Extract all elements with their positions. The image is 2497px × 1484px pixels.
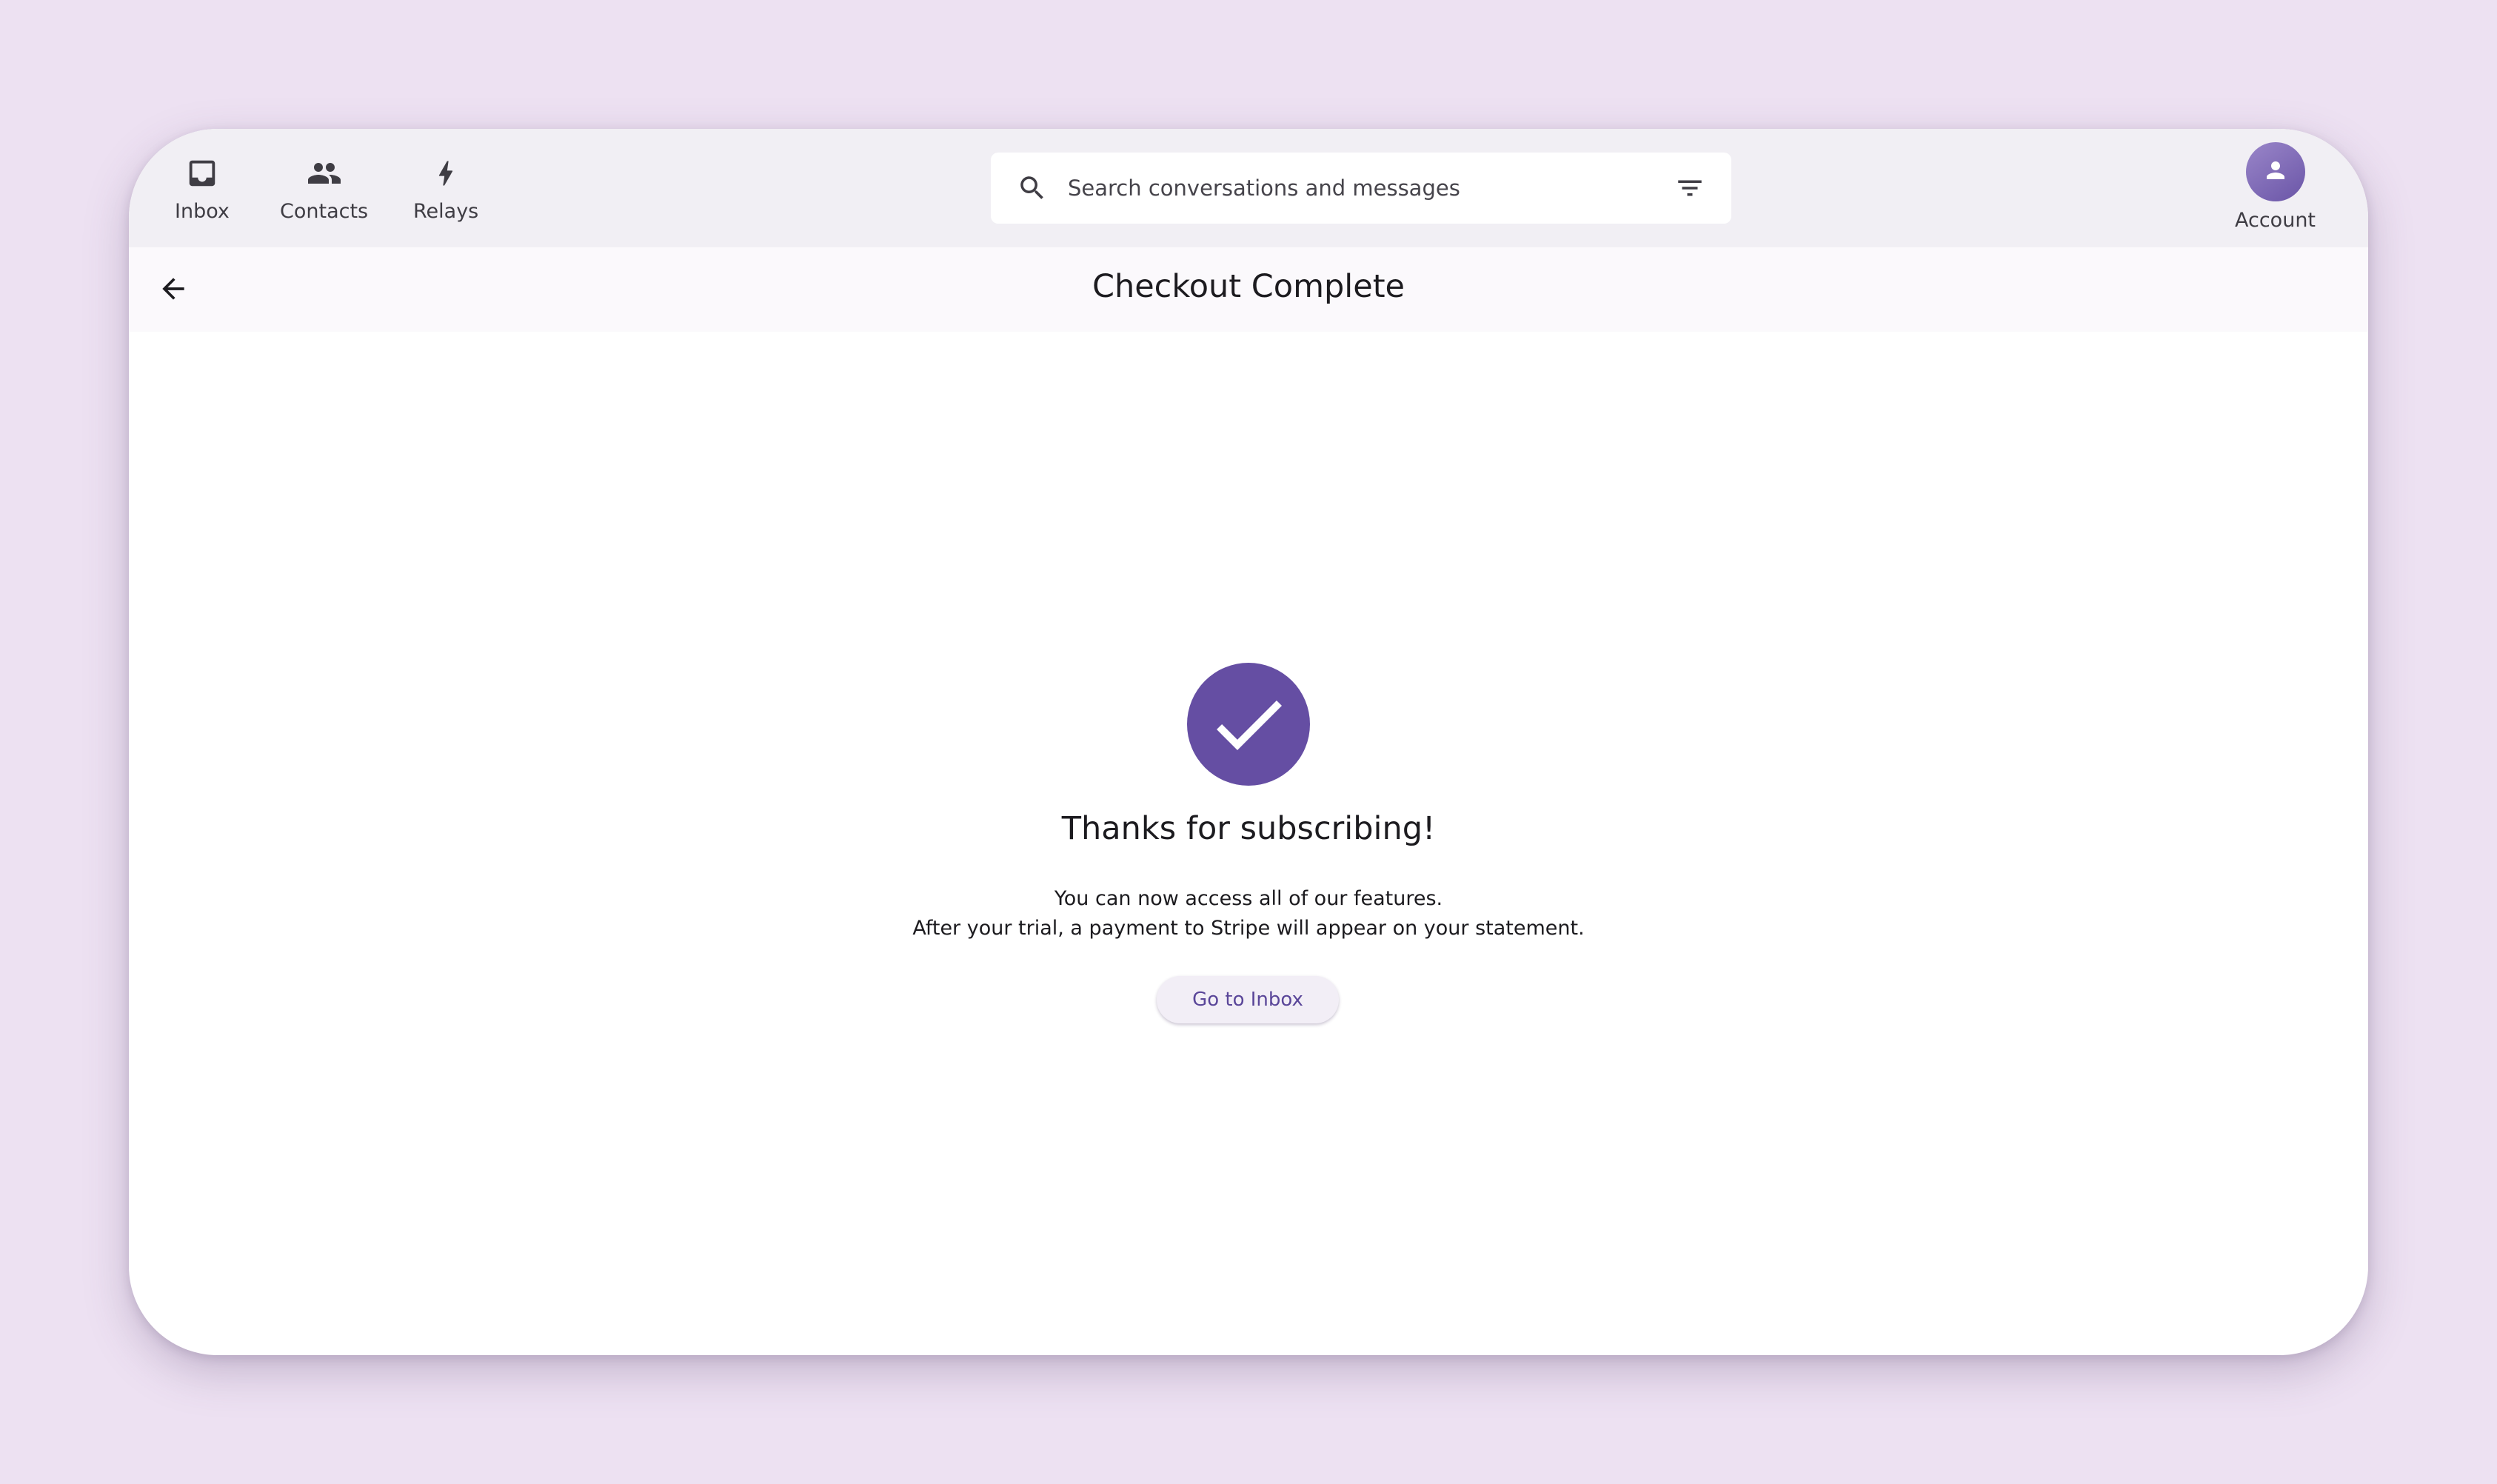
nav-relays-label: Relays — [413, 200, 479, 223]
go-to-inbox-button[interactable]: Go to Inbox — [1157, 976, 1339, 1023]
nav-account-label: Account — [2235, 209, 2316, 232]
search-icon — [1016, 172, 1049, 204]
nav-item-contacts[interactable]: Contacts — [280, 151, 368, 223]
checkout-complete-content: Thanks for subscribing! You can now acce… — [129, 332, 2368, 1355]
nav-item-inbox[interactable]: Inbox — [175, 151, 230, 223]
search-input[interactable] — [1066, 175, 1674, 201]
person-icon — [2262, 157, 2289, 187]
nav-item-account[interactable]: Account — [2235, 142, 2316, 232]
filter-icon[interactable] — [1674, 172, 1706, 204]
app-window: Inbox Contacts Relays Search conversatio… — [129, 129, 2368, 1355]
nav-inbox-label: Inbox — [175, 200, 230, 223]
search-bar — [991, 153, 1731, 224]
people-icon — [302, 151, 347, 195]
success-message-line-1: You can now access all of our features. — [1054, 887, 1443, 910]
avatar — [2245, 142, 2305, 201]
bolt-icon — [424, 151, 468, 195]
nav-contacts-label: Contacts — [280, 200, 369, 223]
top-navigation-bar: Inbox Contacts Relays Search conversatio… — [129, 129, 2368, 247]
page-header: Checkout Complete — [129, 247, 2368, 332]
page-title: Checkout Complete — [1092, 268, 1405, 305]
check-circle-icon — [1187, 663, 1310, 786]
nav-item-relays[interactable]: Relays — [413, 151, 478, 223]
success-heading: Thanks for subscribing! — [1061, 810, 1436, 847]
success-message-line-2: After your trial, a payment to Stripe wi… — [912, 917, 1585, 940]
inbox-tray-icon — [180, 151, 224, 195]
